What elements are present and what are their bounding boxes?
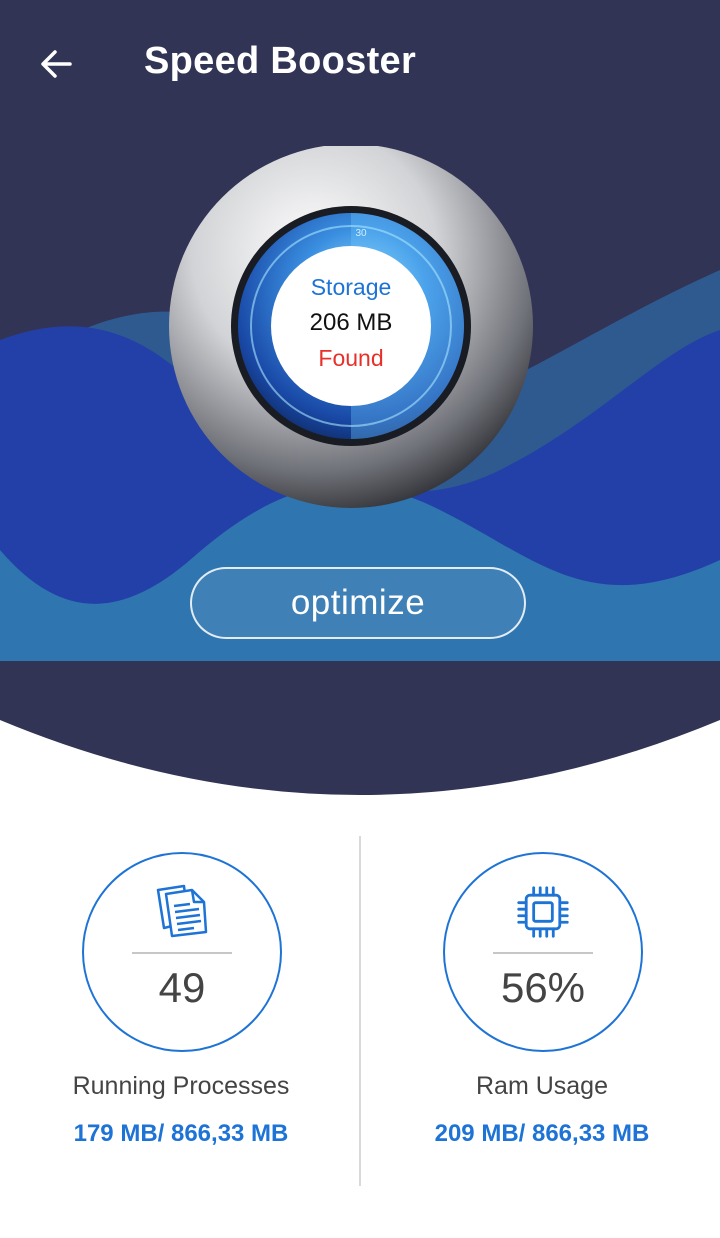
processes-rule: [132, 952, 232, 954]
optimize-button[interactable]: optimize: [190, 567, 526, 639]
stats-panel: 49 Running Processes 179 MB/ 866,33 MB 5…: [0, 830, 720, 1190]
gauge-status: Found: [318, 345, 384, 371]
gauge-value: 206 MB: [309, 309, 393, 336]
ram-percent: 56%: [500, 964, 586, 1011]
ram-usage: 209 MB/ 866,33 MB: [434, 1120, 650, 1147]
back-button[interactable]: [28, 36, 84, 92]
processes-count: 49: [158, 964, 206, 1011]
processes-title: Running Processes: [72, 1072, 290, 1100]
ram-title: Ram Usage: [476, 1072, 608, 1100]
ram-rule: [493, 952, 593, 954]
cpu-chip-icon: [517, 886, 569, 938]
gauge-label: Storage: [310, 274, 392, 300]
ram-circle: 56%: [443, 852, 643, 1052]
gauge-tick-label: 30: [355, 228, 367, 239]
processes-circle: 49: [82, 852, 282, 1052]
processes-usage: 179 MB/ 866,33 MB: [73, 1120, 289, 1147]
app-bar: Speed Booster: [0, 0, 720, 128]
ram-usage-card[interactable]: 56% Ram Usage 209 MB/ 866,33 MB: [377, 850, 707, 1170]
document-icon: [156, 884, 208, 938]
gauge-readout: Storage 206 MB Found: [271, 254, 431, 394]
running-processes-card[interactable]: 49 Running Processes 179 MB/ 866,33 MB: [16, 850, 346, 1170]
page-title: Speed Booster: [144, 40, 417, 82]
arrow-left-icon: [41, 50, 72, 78]
stats-divider: [359, 836, 361, 1186]
